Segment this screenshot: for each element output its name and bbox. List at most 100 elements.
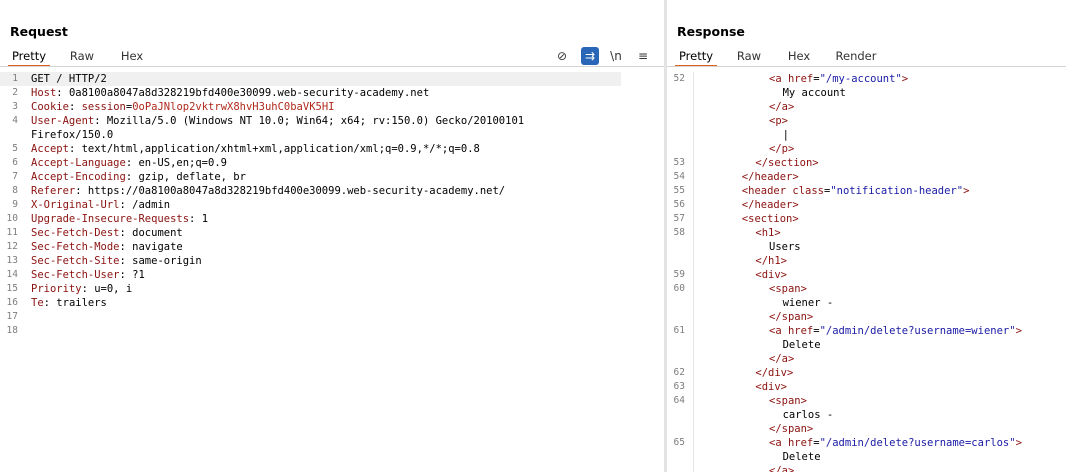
- menu-icon[interactable]: ≡: [634, 47, 652, 65]
- token-attr: href: [787, 73, 814, 85]
- response-line-text: </p>: [769, 142, 794, 156]
- request-code-line: 4 User-Agent: Mozilla/5.0 (Windows NT 10.…: [0, 114, 664, 128]
- token-tag: >: [963, 185, 970, 197]
- response-code-line: 63 <div>: [667, 380, 1066, 394]
- token-plain: GET / HTTP/2: [31, 73, 107, 85]
- token-plain: :: [68, 101, 82, 113]
- line-number: 15: [6, 283, 18, 294]
- token-plain: Delete: [782, 451, 821, 463]
- response-line-text: Users: [769, 240, 801, 254]
- token-plain: : 0a8100a8047a8d328219bfd400e30099.web-s…: [56, 87, 430, 99]
- request-panel: Request Pretty Raw Hex ⊘ ⇉ \n ≡ 1 GET / HTTP/2…: [0, 0, 664, 472]
- token-tag: </a>: [769, 465, 795, 472]
- request-line-text: Sec-Fetch-Dest: document: [31, 226, 183, 240]
- token-plain: |: [782, 129, 789, 141]
- token-k: Sec-Fetch-Site: [31, 255, 120, 267]
- token-k: Upgrade-Insecure-Requests: [31, 213, 190, 225]
- line-number: 60: [673, 283, 685, 294]
- response-line-text: <div>: [755, 380, 787, 394]
- response-code-line: </h1>: [667, 254, 1066, 268]
- hide-nonprintable-icon[interactable]: ⊘: [553, 47, 571, 65]
- token-v: 0oPaJNlop2vktrwX8hvH3uhC0baVK5HI: [132, 101, 335, 113]
- response-line-text: </div>: [755, 366, 793, 380]
- response-code-line: </span>: [667, 310, 1066, 324]
- token-plain: : u=0, i: [81, 283, 133, 295]
- response-line-text: Delete: [783, 338, 821, 352]
- response-line-text: </span>: [769, 310, 813, 324]
- request-line-text: Priority: u=0, i: [31, 282, 132, 296]
- response-code-line: wiener -: [667, 296, 1066, 310]
- response-editor[interactable]: 52 <a href="/my-account"> My account </a> <p…: [667, 72, 1066, 472]
- token-tag: </section>: [755, 157, 819, 169]
- token-plain: : 1: [189, 213, 209, 225]
- request-tab-raw[interactable]: Raw: [62, 46, 102, 65]
- token-k: Accept-Encoding: [31, 171, 126, 183]
- token-plain: wiener -: [782, 297, 834, 309]
- token-k: session: [81, 101, 126, 113]
- response-tab-raw[interactable]: Raw: [729, 46, 769, 65]
- response-line-text: </span>: [769, 422, 813, 436]
- response-tab-render[interactable]: Render: [830, 46, 882, 65]
- response-line-text: Delete: [783, 450, 821, 464]
- token-tag: </a>: [769, 353, 795, 365]
- request-line-text: GET / HTTP/2: [31, 72, 107, 86]
- request-code-line: 18: [0, 324, 664, 338]
- request-code-line: 11 Sec-Fetch-Dest: document: [0, 226, 664, 240]
- request-code-line: 14 Sec-Fetch-User: ?1: [0, 268, 664, 282]
- token-attr: class: [792, 185, 824, 197]
- request-tabs-divider: [0, 66, 664, 67]
- request-code-line: 2 Host: 0a8100a8047a8d328219bfd400e30099.…: [0, 86, 664, 100]
- request-code-line: 3 Cookie: session=0oPaJNlop2vktrwX8hvH3uh…: [0, 100, 664, 114]
- newline-toggle-icon[interactable]: \n: [607, 47, 625, 65]
- line-number: 14: [6, 269, 18, 280]
- token-tag: <p>: [769, 115, 788, 127]
- request-title: Request: [10, 24, 68, 39]
- response-line-text: <header class="notification-header">: [742, 184, 970, 198]
- request-tab-pretty[interactable]: Pretty: [8, 46, 50, 67]
- token-tag: <header: [741, 185, 793, 197]
- response-code-line: 65 <a href="/admin/delete?username=carlos…: [667, 436, 1066, 450]
- response-line-text: <a href="/my-account">: [769, 72, 908, 86]
- request-editor[interactable]: 1 GET / HTTP/2 2 Host: 0a8100a8047a8d328219…: [0, 72, 664, 472]
- request-tab-hex[interactable]: Hex: [114, 46, 150, 65]
- wrap-lines-icon[interactable]: ⇉: [581, 47, 599, 65]
- response-code-line: Delete: [667, 450, 1066, 464]
- token-tag: <div>: [755, 269, 787, 281]
- token-attr: href: [787, 437, 814, 449]
- response-code-line: My account: [667, 86, 1066, 100]
- token-tag: <h1>: [755, 227, 781, 239]
- token-k: Accept-Language: [31, 157, 126, 169]
- token-k: X-Original-Url: [31, 199, 120, 211]
- request-code-line: 16 Te: trailers: [0, 296, 664, 310]
- token-plain: Firefox/150.0: [31, 129, 114, 141]
- line-number: 12: [6, 241, 18, 252]
- response-tab-hex[interactable]: Hex: [781, 46, 817, 65]
- token-plain: : https://0a8100a8047a8d328219bfd400e300…: [75, 185, 506, 197]
- token-tag: >: [901, 73, 909, 85]
- response-tab-pretty[interactable]: Pretty: [675, 46, 717, 67]
- line-number: 61: [673, 325, 685, 336]
- line-number: 56: [673, 199, 685, 210]
- token-tag: </header>: [741, 199, 799, 211]
- request-line-text: Te: trailers: [31, 296, 107, 310]
- token-plain: : navigate: [119, 241, 183, 253]
- request-line-text: Firefox/150.0: [31, 128, 113, 142]
- line-number: 3: [12, 101, 18, 112]
- response-line-text: </a>: [769, 100, 794, 114]
- request-code-line: 10 Upgrade-Insecure-Requests: 1: [0, 212, 664, 226]
- response-line-text: <div>: [755, 268, 787, 282]
- token-plain: : en-US,en;q=0.9: [125, 157, 227, 169]
- response-line-text: carlos -: [783, 408, 834, 422]
- request-line-text: Sec-Fetch-Mode: navigate: [31, 240, 183, 254]
- token-attr: href: [787, 325, 814, 337]
- line-number: 57: [673, 213, 685, 224]
- request-line-text: Upgrade-Insecure-Requests: 1: [31, 212, 208, 226]
- token-k: Cookie: [31, 101, 69, 113]
- response-tabs-divider: [667, 66, 1066, 67]
- token-plain: Delete: [782, 339, 821, 351]
- response-line-text: <a href="/admin/delete?username=carlos">: [769, 436, 1022, 450]
- token-tag: <section>: [741, 213, 799, 225]
- token-plain: : /admin: [119, 199, 171, 211]
- token-tag: </span>: [769, 311, 814, 323]
- response-line-text: </a>: [769, 464, 794, 472]
